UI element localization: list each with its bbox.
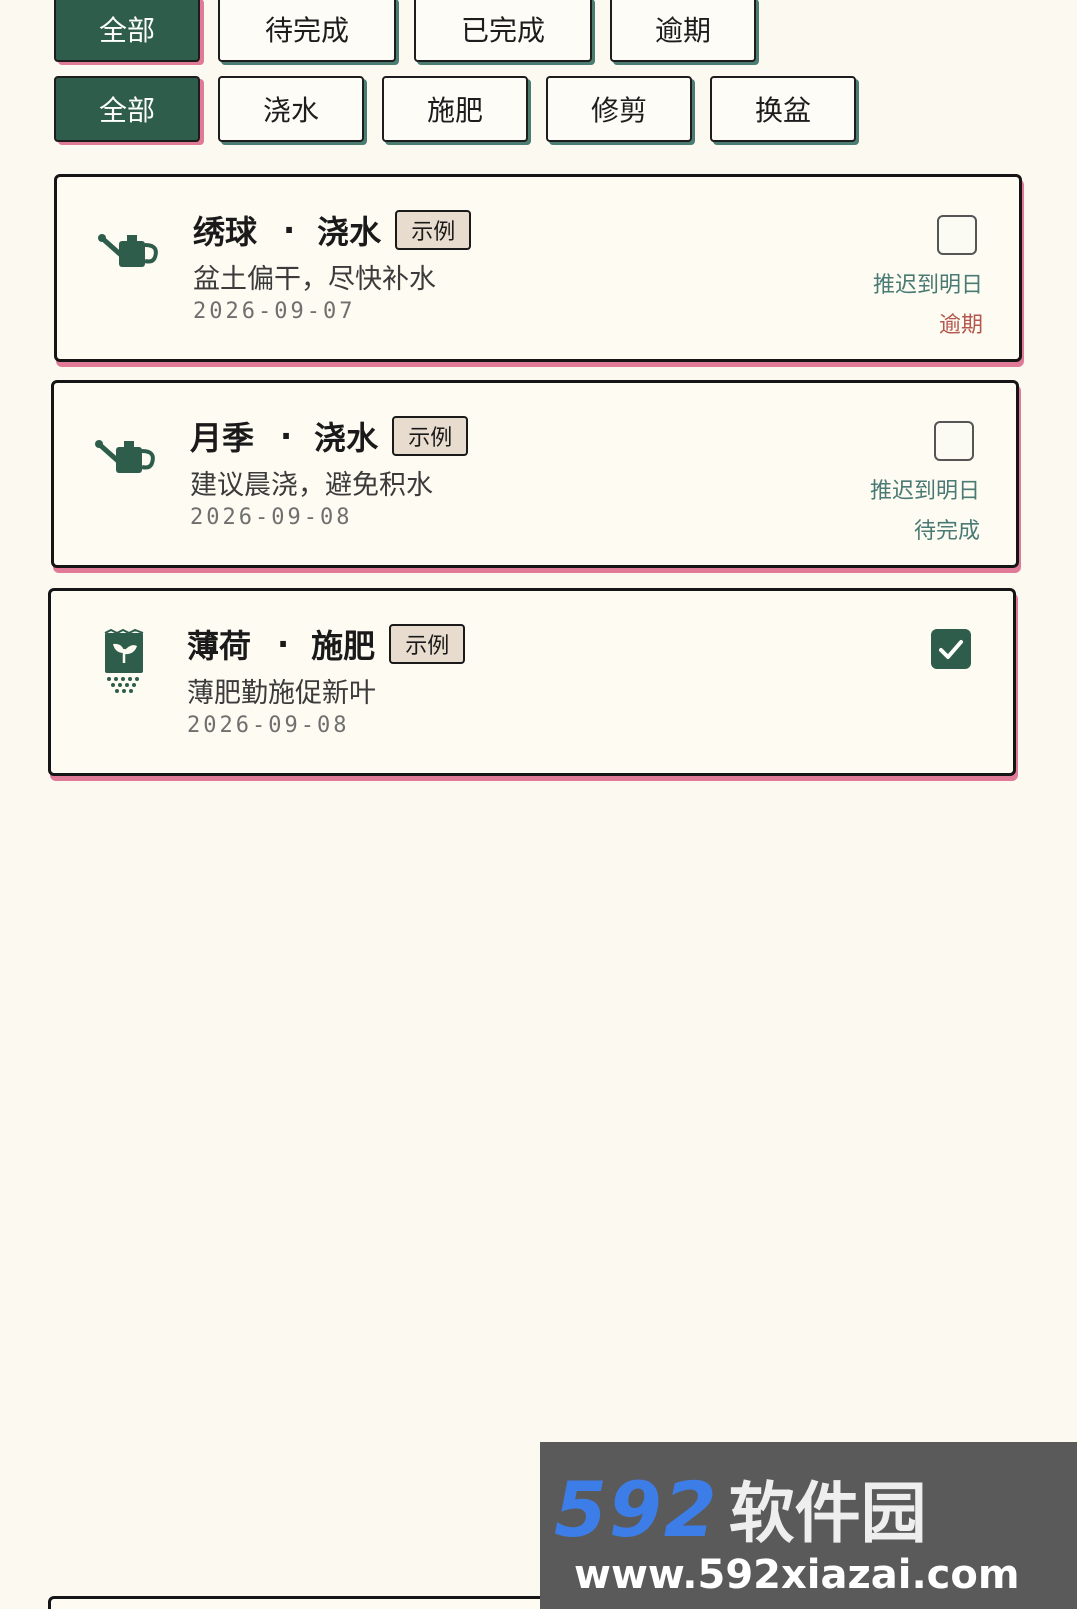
sample-badge: 示例 bbox=[395, 210, 472, 250]
type-filter-row: 全部 浇水 施肥 修剪 换盆 bbox=[54, 76, 856, 142]
postpone-link[interactable]: 推迟到明日 bbox=[873, 267, 983, 299]
task-title: 月季 · 浇水 示例 bbox=[190, 413, 469, 459]
sample-badge: 示例 bbox=[389, 624, 466, 664]
filter-type-repotting[interactable]: 换盆 bbox=[710, 76, 856, 142]
task-done-checkbox[interactable] bbox=[931, 629, 971, 669]
watering-can-icon bbox=[97, 215, 163, 281]
watermark-name: 软件园 bbox=[728, 1475, 927, 1552]
filter-type-fertilizing[interactable]: 施肥 bbox=[382, 76, 528, 142]
filter-type-watering[interactable]: 浇水 bbox=[218, 76, 364, 142]
task-card[interactable]: 月季 · 浇水 示例 建议晨浇，避免积水 2026-09-08 推迟到明日 待完… bbox=[51, 380, 1019, 568]
task-date: 2026-09-08 bbox=[187, 713, 350, 738]
task-note: 薄肥勤施促新叶 bbox=[187, 678, 376, 709]
status-filter-row: 全部 待完成 已完成 逾期 bbox=[54, 0, 756, 62]
task-note: 建议晨浇，避免积水 bbox=[190, 470, 433, 501]
title-separator: · bbox=[277, 625, 290, 663]
plant-name: 月季 bbox=[190, 419, 255, 457]
task-action: 施肥 bbox=[311, 627, 376, 665]
task-note: 盆土偏干，尽快补水 bbox=[193, 264, 436, 295]
filter-type-all[interactable]: 全部 bbox=[54, 76, 200, 142]
task-card[interactable]: 绣球 · 浇水 示例 盆土偏干，尽快补水 2026-09-07 推迟到明日 逾期 bbox=[54, 174, 1022, 362]
status-label: 逾期 bbox=[938, 313, 983, 338]
task-date: 2026-09-07 bbox=[193, 299, 356, 324]
task-title: 薄荷 · 施肥 示例 bbox=[187, 621, 466, 667]
watermark-url: www.592xiazai.com bbox=[574, 1552, 1020, 1598]
watermark-logo: 592 软件园 bbox=[554, 1460, 927, 1556]
filter-status-done[interactable]: 已完成 bbox=[414, 0, 592, 62]
task-title: 绣球 · 浇水 示例 bbox=[193, 207, 472, 253]
title-separator: · bbox=[280, 417, 293, 455]
task-done-checkbox[interactable] bbox=[937, 215, 977, 255]
fertilizer-bag-icon bbox=[91, 628, 157, 695]
filter-status-pending[interactable]: 待完成 bbox=[218, 0, 396, 62]
filter-status-all[interactable]: 全部 bbox=[54, 0, 200, 62]
task-card[interactable]: 薄荷 · 施肥 示例 薄肥勤施促新叶 2026-09-08 bbox=[48, 588, 1016, 776]
task-date: 2026-09-08 bbox=[190, 505, 353, 530]
task-done-checkbox[interactable] bbox=[934, 421, 974, 461]
task-action: 浇水 bbox=[317, 213, 382, 251]
plant-name: 薄荷 bbox=[187, 627, 252, 665]
watermark: 592 软件园 www.592xiazai.com bbox=[540, 1442, 1077, 1609]
filter-status-overdue[interactable]: 逾期 bbox=[610, 0, 756, 62]
watermark-number: 592 bbox=[554, 1465, 719, 1554]
watering-can-icon bbox=[94, 421, 160, 487]
filter-type-pruning[interactable]: 修剪 bbox=[546, 76, 692, 142]
status-label: 待完成 bbox=[913, 519, 980, 544]
page: 全部 待完成 已完成 逾期 全部 浇水 施肥 修剪 换盆 绣球 · 浇水 示例 … bbox=[0, 0, 1077, 1609]
task-action: 浇水 bbox=[314, 419, 379, 457]
sample-badge: 示例 bbox=[392, 416, 469, 456]
checkmark-icon bbox=[939, 640, 963, 659]
plant-name: 绣球 bbox=[193, 213, 258, 251]
title-separator: · bbox=[283, 211, 296, 249]
postpone-link[interactable]: 推迟到明日 bbox=[870, 473, 980, 505]
